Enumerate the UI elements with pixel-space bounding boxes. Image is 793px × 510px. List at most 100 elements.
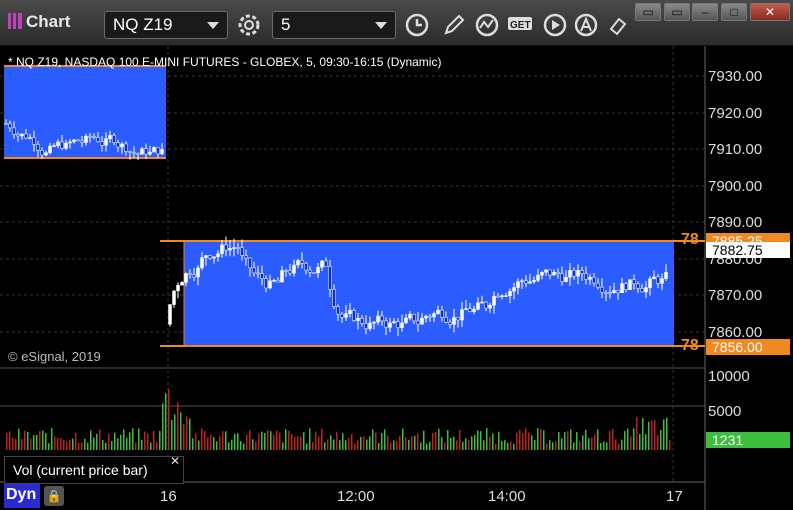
volume-bar <box>549 440 551 450</box>
maximize-button[interactable]: □ <box>721 3 747 21</box>
volume-bar <box>210 434 212 450</box>
play-icon[interactable] <box>541 11 569 39</box>
get-icon[interactable]: GET <box>506 11 534 39</box>
volume-bar <box>366 439 368 450</box>
volume-bar <box>141 439 143 450</box>
candle-body <box>72 139 76 143</box>
candle-body <box>496 295 500 298</box>
candle-body <box>644 287 648 293</box>
volume-bar <box>186 416 188 450</box>
candle-body <box>648 278 652 288</box>
volume-bar <box>429 441 431 450</box>
candle-body <box>564 277 568 282</box>
volume-bar <box>558 431 560 450</box>
volume-bar <box>651 420 653 450</box>
time-tick: 17 <box>666 488 683 505</box>
candle-body <box>388 322 392 328</box>
volume-bar <box>255 441 257 450</box>
candle-body <box>236 247 240 249</box>
candle-body <box>232 247 236 249</box>
range-box-prior <box>4 66 166 158</box>
eraser-icon[interactable] <box>603 11 631 39</box>
symbol-combo[interactable]: NQ Z19 <box>104 11 228 39</box>
minimize-button[interactable]: – <box>692 3 718 21</box>
pencil-icon[interactable] <box>440 11 468 39</box>
candle-body <box>32 137 36 145</box>
restore-button[interactable]: ▭ <box>664 3 690 21</box>
volume-bar <box>411 436 413 450</box>
candle-body <box>200 257 204 269</box>
candle-body <box>80 140 84 143</box>
candle-body <box>248 257 252 269</box>
study-icon[interactable] <box>473 11 501 39</box>
price-tick: 7910.00 <box>708 141 763 158</box>
volume-bar <box>471 436 473 450</box>
interval-value: 5 <box>281 15 291 34</box>
chart-canvas[interactable] <box>0 46 793 510</box>
volume-bar <box>177 402 179 450</box>
close-button[interactable]: ✕ <box>750 3 790 21</box>
volume-bar <box>396 440 398 450</box>
volume-bar <box>9 431 11 450</box>
candle-body <box>616 290 620 294</box>
candle-body <box>484 301 488 309</box>
volume-bar <box>399 435 401 450</box>
candle-body <box>332 288 336 307</box>
chevron-down-icon[interactable] <box>207 22 219 29</box>
volume-bar <box>405 437 407 450</box>
candle-body <box>572 270 576 277</box>
volume-bar <box>420 442 422 450</box>
copyright: © eSignal, 2019 <box>8 349 101 364</box>
volume-bar <box>87 442 89 450</box>
candle-body <box>432 313 436 318</box>
candle-body <box>144 148 148 155</box>
candle-body <box>8 123 12 129</box>
candle-body <box>620 283 624 294</box>
clock-icon[interactable] <box>403 11 431 39</box>
chart-area[interactable]: * NQ Z19, NASDAQ 100 E-MINI FUTURES - GL… <box>0 46 793 510</box>
volume-bar <box>207 437 209 450</box>
volume-bar <box>198 440 200 450</box>
candle-body <box>364 323 368 329</box>
volume-bar <box>639 433 641 450</box>
chevron-down-icon[interactable] <box>375 22 387 29</box>
candle-body <box>276 279 280 283</box>
volume-bar <box>36 435 38 450</box>
volume-bar <box>81 442 83 450</box>
volume-bar <box>519 429 521 450</box>
lower-level-tag: 7856.00 <box>706 339 790 355</box>
volume-bar <box>336 431 338 450</box>
candle-body <box>404 317 408 324</box>
alert-icon[interactable] <box>572 11 600 39</box>
candle-body <box>628 279 632 290</box>
candle-body <box>152 147 156 153</box>
candle-body <box>508 291 512 296</box>
volume-bar <box>615 439 617 450</box>
volume-bar <box>156 442 158 450</box>
volume-bar <box>465 438 467 450</box>
volume-bar <box>294 436 296 450</box>
volume-bar <box>72 438 74 450</box>
candle-body <box>60 141 64 149</box>
volume-bar <box>117 438 119 450</box>
volume-bar <box>438 428 440 450</box>
interval-combo[interactable]: 5 <box>272 11 396 39</box>
close-icon[interactable]: ✕ <box>170 454 180 468</box>
candle-body <box>4 123 8 125</box>
volume-bar <box>462 441 464 450</box>
volume-bar <box>189 418 191 450</box>
volume-bar <box>111 440 113 450</box>
pin-button[interactable]: ▭ <box>635 3 661 21</box>
candle-body <box>304 262 308 271</box>
candle-body <box>148 151 152 155</box>
lock-icon[interactable]: 🔒 <box>44 486 64 506</box>
dynamic-mode-button[interactable]: Dyn <box>4 484 40 508</box>
volume-bar <box>375 432 377 450</box>
candle-body <box>472 308 476 312</box>
candle-body <box>604 292 608 294</box>
volume-bar <box>444 442 446 450</box>
volume-bar <box>648 421 650 450</box>
volume-bar <box>372 429 374 450</box>
volume-study-label[interactable]: Vol (current price bar) <box>4 456 184 484</box>
settings-gear-icon[interactable] <box>235 11 263 39</box>
